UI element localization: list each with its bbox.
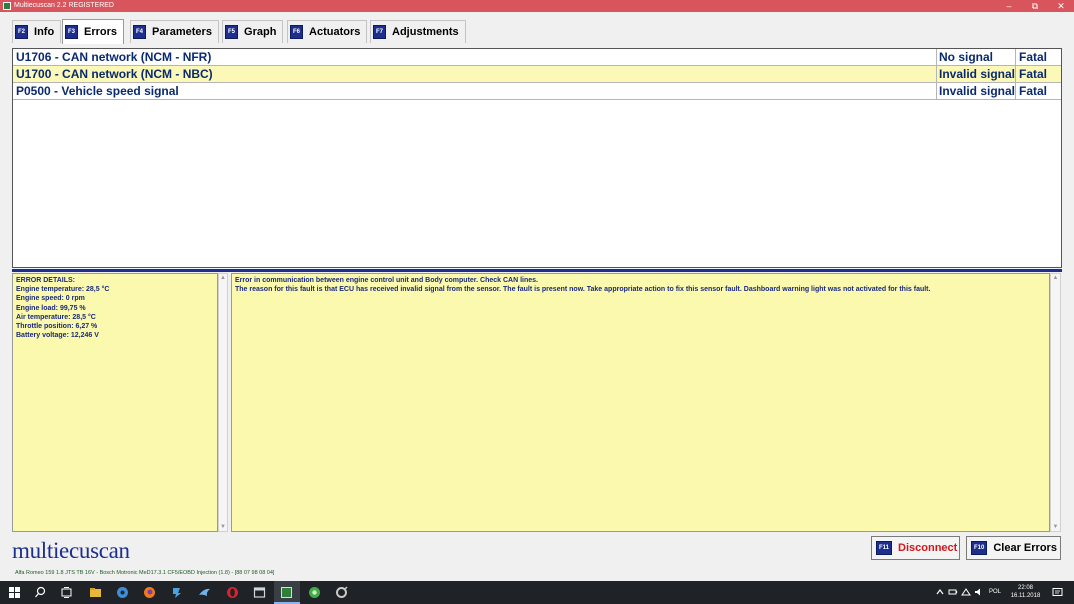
error-description-panel[interactable]: Error in communication between engine co… xyxy=(231,273,1050,532)
opera-icon[interactable] xyxy=(226,586,239,599)
details-scrollbar[interactable]: ▲ ▼ xyxy=(218,273,228,532)
tab-info[interactable]: F2 Info xyxy=(12,20,62,43)
scroll-down-icon[interactable]: ▼ xyxy=(219,523,227,531)
detail-line: Engine temperature: 28,5 °C xyxy=(16,286,110,294)
error-severity: Fatal xyxy=(1015,66,1061,82)
firefox-icon[interactable] xyxy=(143,586,156,599)
tool-app-icon[interactable] xyxy=(335,586,348,599)
tab-parameters[interactable]: F4 Parameters xyxy=(130,20,219,43)
window-app-icon[interactable] xyxy=(253,586,266,599)
tab-label: Parameters xyxy=(152,26,212,38)
window-title: Multiecuscan 2.2 REGISTERED xyxy=(14,2,114,9)
clear-errors-button[interactable]: F10 Clear Errors xyxy=(966,536,1061,560)
app-client-area: F2 Info F3 Errors F4 Parameters F5 Graph… xyxy=(0,12,1074,581)
f7-key-badge: F7 xyxy=(373,25,387,39)
tab-graph[interactable]: F5 Graph xyxy=(222,20,284,43)
active-taskbar-item[interactable] xyxy=(274,581,300,604)
panel-splitter[interactable] xyxy=(12,269,1062,272)
chevron-up-icon[interactable] xyxy=(935,587,945,597)
tab-label: Graph xyxy=(244,26,277,38)
detail-line: Battery voltage: 12,246 V xyxy=(16,332,99,340)
error-status: No signal xyxy=(936,49,1016,65)
error-severity: Fatal xyxy=(1015,49,1061,65)
description-line: Error in communication between engine co… xyxy=(235,277,538,284)
detail-line: Engine speed: 0 rpm xyxy=(16,295,85,303)
f2-key-badge: F2 xyxy=(15,25,29,39)
f6-key-badge: F6 xyxy=(290,25,304,39)
close-button[interactable]: ✕ xyxy=(1048,0,1074,12)
tab-actuators[interactable]: F6 Actuators xyxy=(287,20,368,43)
f10-key-badge: F10 xyxy=(971,541,988,555)
minimize-button[interactable]: – xyxy=(996,0,1022,12)
f4-key-badge: F4 xyxy=(133,25,147,39)
detail-line: Throttle position: 6,27 % xyxy=(16,323,98,331)
detail-line: Air temperature: 28,5 °C xyxy=(16,313,96,321)
start-windows-icon[interactable] xyxy=(8,586,21,599)
tab-adjustments[interactable]: F7 Adjustments xyxy=(370,20,466,43)
battery-icon[interactable] xyxy=(948,587,958,597)
error-status: Invalid signal xyxy=(936,83,1016,99)
scroll-up-icon[interactable]: ▲ xyxy=(219,274,227,282)
error-row[interactable]: U1700 - CAN network (NCM - NBC) Invalid … xyxy=(13,66,1061,83)
error-description: P0500 - Vehicle speed signal xyxy=(16,84,179,98)
task-view-icon[interactable] xyxy=(60,586,73,599)
f5-key-badge: F5 xyxy=(225,25,239,39)
window-titlebar: Multiecuscan 2.2 REGISTERED – ⧉ ✕ xyxy=(0,0,1074,12)
error-row[interactable]: U1706 - CAN network (NCM - NFR) No signa… xyxy=(13,49,1061,66)
notifications-icon[interactable] xyxy=(1052,587,1063,598)
network-icon[interactable] xyxy=(961,587,971,597)
error-description: U1706 - CAN network (NCM - NFR) xyxy=(16,50,212,64)
app-icon xyxy=(3,2,11,10)
error-status: Invalid signal xyxy=(936,66,1016,82)
disconnect-button[interactable]: F11 Disconnect xyxy=(871,536,960,560)
tab-label: Adjustments xyxy=(392,26,459,38)
error-description: U1700 - CAN network (NCM - NBC) xyxy=(16,67,213,81)
windows-taskbar: POL 22:08 16.11.2018 xyxy=(0,581,1074,604)
scroll-up-icon[interactable]: ▲ xyxy=(1051,274,1060,282)
tab-errors[interactable]: F3 Errors xyxy=(62,19,125,44)
description-scrollbar[interactable]: ▲ ▼ xyxy=(1050,273,1061,532)
button-label: Disconnect xyxy=(898,542,958,554)
multiecuscan-app-icon xyxy=(281,587,292,598)
tab-label: Errors xyxy=(84,26,118,38)
clock-time: 22:08 xyxy=(1017,585,1033,591)
status-line: Alfa Romeo 159 1.8 JTS TB 16V - Bosch Mo… xyxy=(15,570,275,576)
errors-table[interactable]: U1706 - CAN network (NCM - NFR) No signa… xyxy=(12,48,1062,268)
system-clock[interactable]: 22:08 16.11.2018 xyxy=(1003,584,1048,600)
button-label: Clear Errors xyxy=(993,542,1057,554)
error-row[interactable]: P0500 - Vehicle speed signal Invalid sig… xyxy=(13,83,1061,100)
bird-app-icon[interactable] xyxy=(198,586,211,599)
media-player-icon[interactable] xyxy=(116,586,129,599)
f11-key-badge: F11 xyxy=(876,541,893,555)
error-details-panel[interactable]: ERROR DETAILS: Engine temperature: 28,5 … xyxy=(12,273,218,532)
search-icon[interactable] xyxy=(34,586,47,599)
clock-date: 16.11.2018 xyxy=(1010,593,1041,599)
app-logo: multiecuscan xyxy=(12,538,130,563)
error-details-heading: ERROR DETAILS: xyxy=(16,277,75,284)
globe-app-icon[interactable] xyxy=(308,586,321,599)
file-explorer-icon[interactable] xyxy=(89,586,102,599)
f3-key-badge: F3 xyxy=(65,25,79,39)
tab-label: Actuators xyxy=(309,26,361,38)
download-app-icon[interactable] xyxy=(170,586,183,599)
tab-label: Info xyxy=(34,26,55,38)
error-severity: Fatal xyxy=(1015,83,1061,99)
input-language[interactable]: POL xyxy=(989,589,1001,595)
detail-line: Engine load: 99,75 % xyxy=(16,304,86,312)
scroll-down-icon[interactable]: ▼ xyxy=(1051,523,1060,531)
description-line: The reason for this fault is that ECU ha… xyxy=(235,286,931,294)
restore-button[interactable]: ⧉ xyxy=(1022,0,1048,12)
volume-icon[interactable] xyxy=(974,587,984,597)
